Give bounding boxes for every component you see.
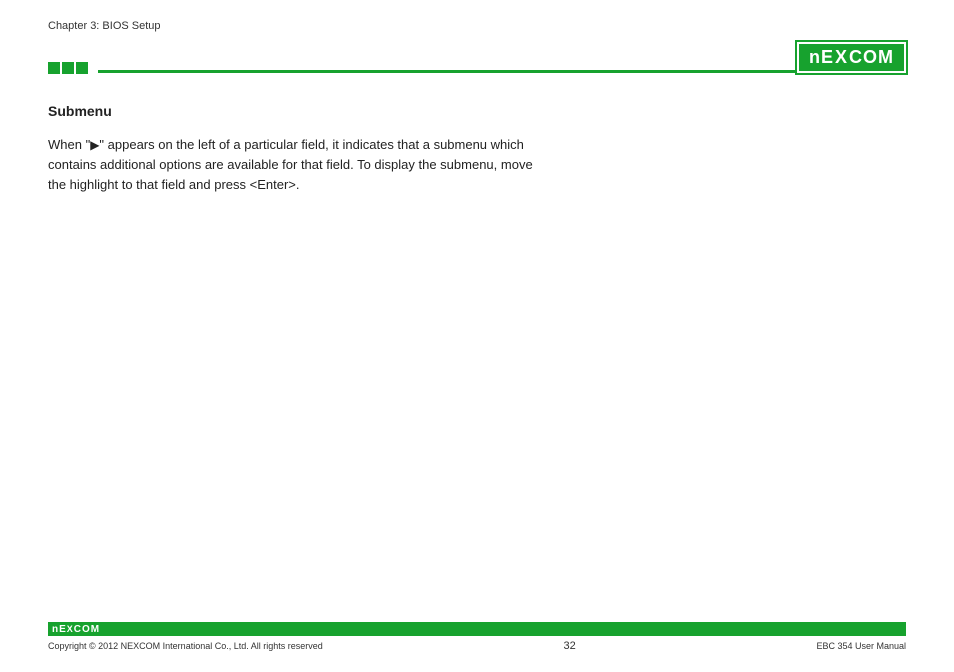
square-icon: [76, 62, 88, 74]
square-icon: [62, 62, 74, 74]
copyright-text: Copyright © 2012 NEXCOM International Co…: [48, 641, 323, 651]
content-block: Submenu When "▶" appears on the left of …: [48, 103, 548, 195]
body-text-suffix: " appears on the left of a particular fi…: [48, 137, 533, 192]
square-icon: [48, 62, 60, 74]
brand-logo-top: nEXCOM: [797, 42, 906, 73]
body-text-prefix: When ": [48, 137, 90, 152]
decorative-squares: [48, 62, 88, 74]
page-number: 32: [563, 640, 575, 652]
body-paragraph: When "▶" appears on the left of a partic…: [48, 135, 548, 195]
page-footer: nEXCOM Copyright © 2012 NEXCOM Internati…: [48, 622, 906, 652]
manual-name: EBC 354 User Manual: [816, 641, 906, 651]
header-rule: [98, 70, 906, 73]
footer-brand-logo: nEXCOM: [52, 624, 100, 635]
section-title: Submenu: [48, 103, 548, 119]
brand-logo-box: nEXCOM: [797, 42, 906, 73]
header-row: nEXCOM: [48, 42, 906, 72]
chapter-label: Chapter 3: BIOS Setup: [48, 20, 906, 32]
footer-meta: Copyright © 2012 NEXCOM International Co…: [48, 636, 906, 652]
footer-bar: nEXCOM: [48, 622, 906, 636]
